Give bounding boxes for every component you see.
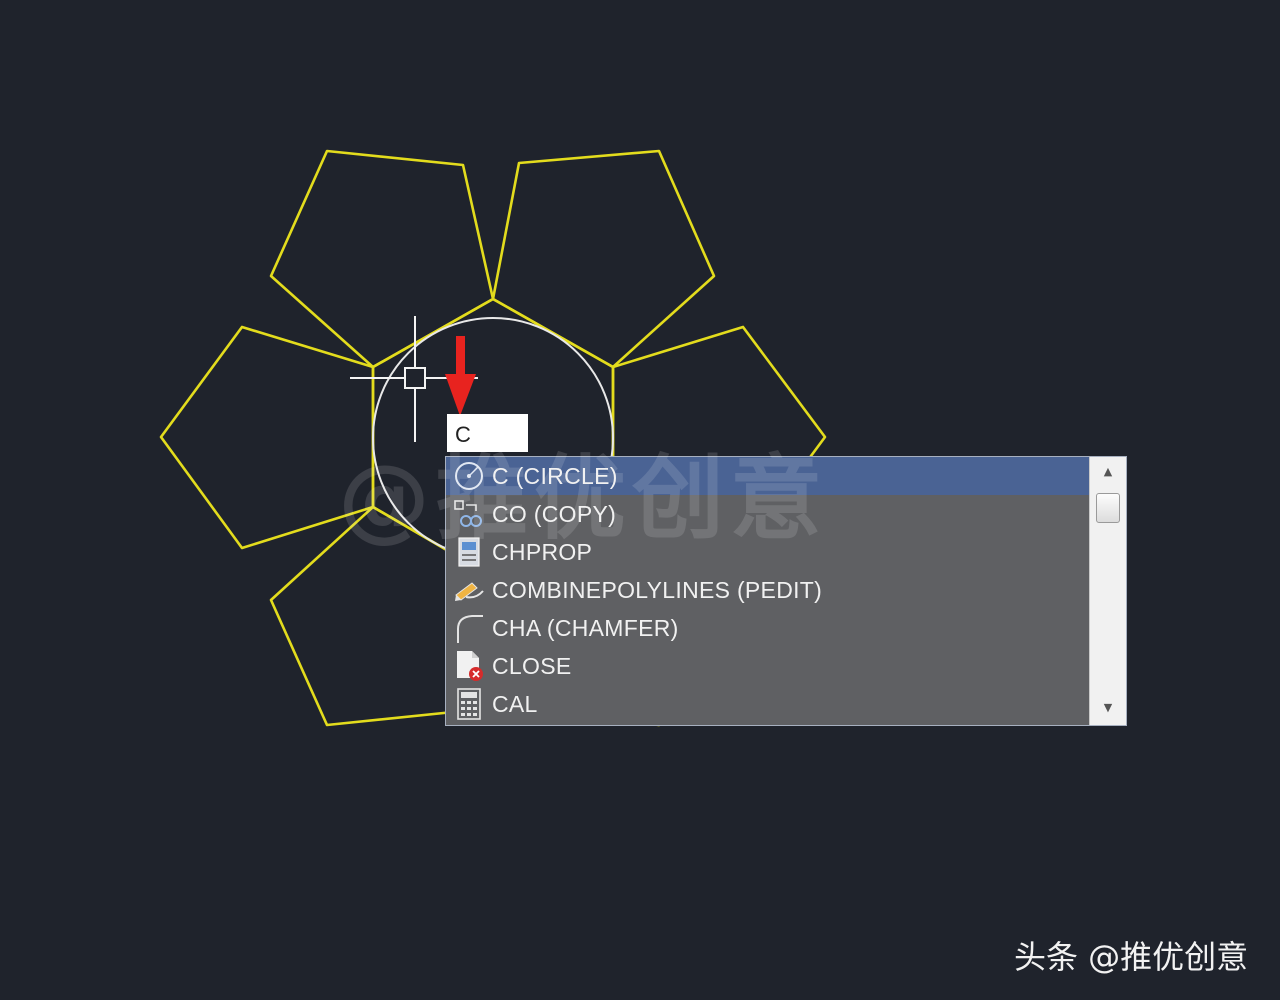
copy-icon	[452, 497, 486, 531]
chamfer-icon	[452, 611, 486, 645]
autocomplete-item-label: COMBINEPOLYLINES (PEDIT)	[492, 576, 823, 603]
pencil-edit-icon	[452, 573, 486, 607]
pentagon-top-right[interactable]	[491, 149, 716, 369]
scroll-down-icon[interactable]: ▼	[1090, 697, 1126, 719]
scroll-thumb[interactable]	[1096, 493, 1120, 523]
autocomplete-item-label: C (CIRCLE)	[492, 462, 618, 489]
dynamic-command-input[interactable]: C	[447, 414, 528, 452]
scroll-up-icon[interactable]: ▲	[1090, 461, 1126, 483]
autocomplete-item-circle[interactable]: C (CIRCLE)	[446, 457, 1090, 495]
close-file-icon	[452, 649, 486, 683]
autocomplete-item-cal[interactable]: CAL	[446, 685, 1090, 723]
autocomplete-list[interactable]: C (CIRCLE) CO (COPY) CHPROP COMBINEPOLYL…	[445, 456, 1127, 726]
calculator-icon	[452, 687, 486, 721]
autocomplete-item-label: CO (COPY)	[492, 500, 617, 527]
autocomplete-item-label: CAL	[492, 690, 538, 717]
autocomplete-scrollbar[interactable]: ▲ ▼	[1089, 457, 1126, 725]
autocomplete-item-close[interactable]: CLOSE	[446, 647, 1090, 685]
autocomplete-item-chamfer[interactable]: CHA (CHAMFER)	[446, 609, 1090, 647]
autocomplete-item-label: CHA (CHAMFER)	[492, 614, 679, 641]
red-arrow-icon	[445, 336, 476, 416]
footer-credit: 头条 @推优创意	[1014, 938, 1249, 976]
autocomplete-item-combinepolylines[interactable]: COMBINEPOLYLINES (PEDIT)	[446, 571, 1090, 609]
pentagon-left[interactable]	[159, 325, 375, 550]
properties-icon	[452, 535, 486, 569]
circle-icon	[452, 459, 486, 493]
autocomplete-item-label: CHPROP	[492, 538, 593, 565]
autocomplete-item-label: CLOSE	[492, 652, 572, 679]
pentagon-top-left[interactable]	[269, 149, 495, 369]
autocomplete-item-copy[interactable]: CO (COPY)	[446, 495, 1090, 533]
autocomplete-item-chprop[interactable]: CHPROP	[446, 533, 1090, 571]
